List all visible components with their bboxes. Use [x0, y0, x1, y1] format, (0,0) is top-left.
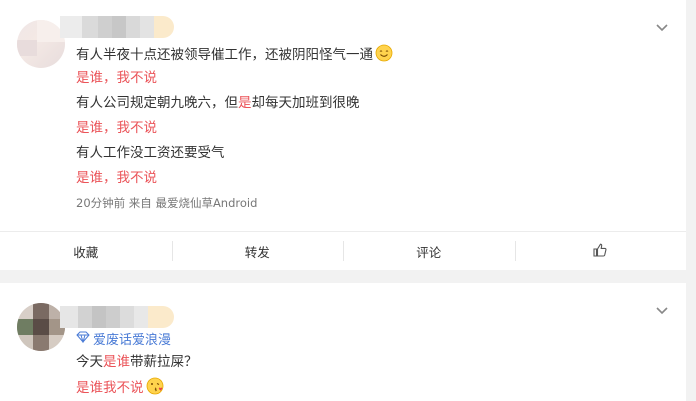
chevron-down-icon[interactable]	[654, 20, 670, 36]
avatar[interactable]	[17, 20, 65, 68]
like-button[interactable]	[514, 232, 687, 270]
repost-button[interactable]: 转发	[171, 232, 344, 270]
action-bar: 收藏 转发 评论	[0, 232, 686, 270]
kiss-emoji-icon	[146, 377, 164, 395]
smile-emoji-icon	[375, 44, 393, 62]
comment-button[interactable]: 评论	[343, 232, 515, 270]
username-blurred[interactable]	[60, 306, 174, 328]
post-text-line: 是谁，我不说	[76, 70, 157, 86]
post-text-line: 是谁，我不说	[76, 120, 157, 136]
username-blurred[interactable]	[60, 16, 174, 38]
chevron-down-icon[interactable]	[654, 303, 670, 319]
user-tag[interactable]: 爱废话爱浪漫	[76, 329, 171, 348]
page-edge	[686, 0, 696, 401]
diamond-icon	[76, 331, 93, 347]
thumbs-up-icon	[593, 243, 607, 260]
post-text-line: 有人工作没工资还要受气	[76, 145, 225, 161]
post-text-line: 有人公司规定朝九晚六，但是却每天加班到很晚	[76, 95, 360, 111]
post-text-line: 今天是谁带薪拉屎？	[76, 354, 198, 370]
favorite-button[interactable]: 收藏	[0, 232, 172, 270]
post-card: 有人半夜十点还被领导催工作，还被阴阳怪气一通 是谁，我不说 有人公司规定朝九晚六…	[0, 0, 686, 270]
post-text-line: 是谁，我不说	[76, 170, 157, 186]
post-text-line: 有人半夜十点还被领导催工作，还被阴阳怪气一通	[76, 44, 393, 64]
avatar[interactable]	[17, 303, 65, 351]
post-text-line: 是谁我不说	[76, 377, 164, 397]
post-meta: 20分钟前 来自 最爱烧仙草Android	[76, 196, 258, 210]
